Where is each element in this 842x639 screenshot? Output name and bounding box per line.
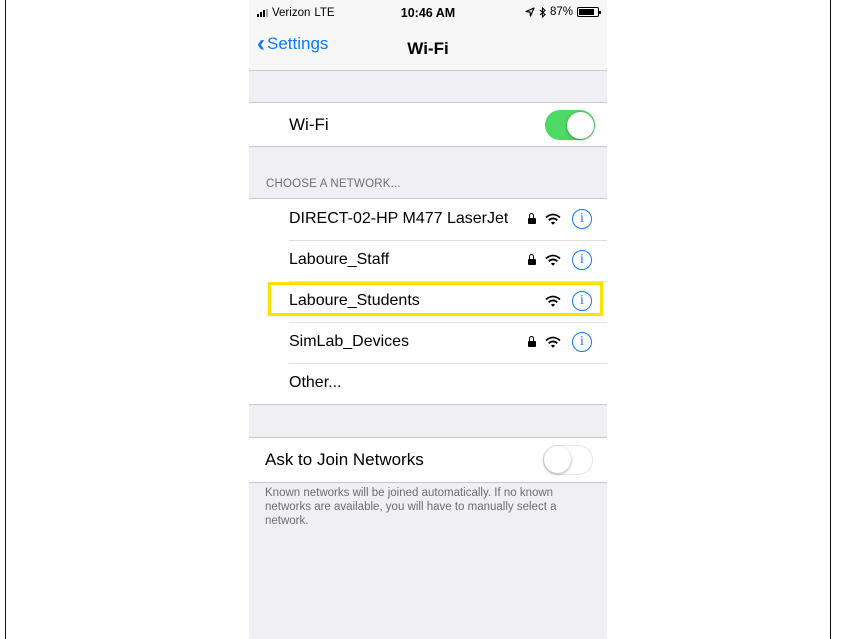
wifi-label: Wi-Fi [289, 115, 329, 134]
navigation-bar: ‹ Settings Wi-Fi [249, 26, 607, 71]
lock-icon [528, 336, 536, 349]
toggle-knob [566, 111, 594, 139]
wifi-toggle-switch[interactable] [545, 110, 595, 140]
network-name: SimLab_Devices [289, 333, 410, 350]
location-arrow-icon [525, 7, 535, 17]
toggle-knob [544, 446, 571, 473]
info-icon[interactable]: i [572, 209, 592, 229]
network-name: Laboure_Staff [289, 251, 390, 268]
phone-screen: Verizon LTE 10:46 AM 87% ‹ Settings Wi-F… [249, 0, 607, 639]
lock-icon [528, 254, 536, 267]
wifi-toggle-row: Wi-Fi [249, 102, 607, 147]
info-icon[interactable]: i [572, 332, 592, 352]
ask-to-join-toggle[interactable] [543, 445, 593, 475]
ask-to-join-row: Ask to Join Networks [249, 437, 607, 483]
network-row-simlab-devices[interactable]: SimLab_Devices i [249, 322, 607, 364]
status-bar: Verizon LTE 10:46 AM 87% [249, 0, 607, 26]
info-icon[interactable]: i [572, 250, 592, 270]
network-row-other[interactable]: Other... [249, 363, 607, 405]
network-name: DIRECT-02-HP M477 LaserJet [289, 210, 509, 227]
wifi-signal-icon [545, 336, 561, 348]
battery-icon [577, 7, 601, 17]
page-title: Wi-Fi [407, 39, 449, 58]
battery-fill [579, 9, 595, 15]
highlight-annotation-box [268, 282, 603, 316]
network-row-laboure-staff[interactable]: Laboure_Staff i [249, 240, 607, 282]
ask-to-join-label: Ask to Join Networks [265, 450, 424, 469]
lock-icon [528, 213, 536, 226]
other-network-label: Other... [289, 374, 342, 391]
ask-to-join-footer: Known networks will be joined automatica… [265, 487, 557, 527]
wifi-signal-icon [545, 254, 561, 266]
bluetooth-icon [539, 6, 546, 18]
status-right: 87% [525, 6, 601, 18]
battery-percent: 87% [549, 6, 573, 18]
network-row-direct-02-hp[interactable]: DIRECT-02-HP M477 LaserJet i [249, 199, 607, 241]
wifi-signal-icon [545, 213, 561, 225]
section-header: CHOOSE A NETWORK... [266, 178, 401, 190]
